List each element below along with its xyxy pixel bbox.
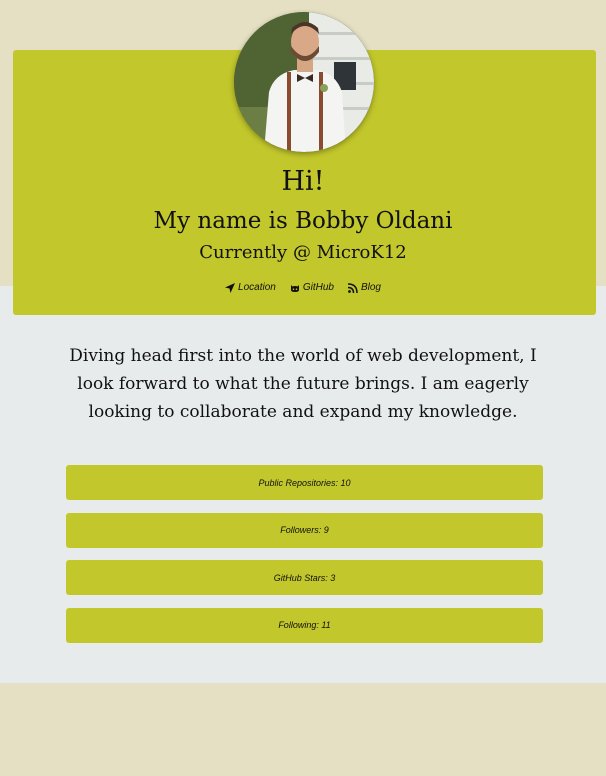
stat-github-stars: GitHub Stars: 3	[66, 560, 543, 595]
github-icon	[290, 283, 300, 293]
github-stats: Public Repositories: 10 Followers: 9 Git…	[66, 465, 543, 655]
greeting-heading: Hi!	[281, 166, 325, 197]
location-arrow-icon	[225, 282, 236, 293]
profile-avatar	[234, 12, 374, 152]
profile-links: Location GitHub Blog	[0, 282, 606, 293]
rss-icon	[347, 282, 358, 293]
github-link-label: GitHub	[302, 282, 334, 293]
bio-text: Diving head first into the world of web …	[69, 346, 537, 422]
stat-followers: Followers: 9	[66, 512, 543, 548]
location-link[interactable]: Location	[225, 282, 276, 293]
blog-link-label: Blog	[360, 282, 381, 293]
blog-link[interactable]: Blog	[347, 282, 381, 293]
stat-following: Following: 11	[66, 607, 543, 643]
name-heading: My name is Bobby Oldani	[153, 208, 453, 234]
github-link[interactable]: GitHub	[290, 282, 334, 293]
stat-public-repositories: Public Repositories: 10	[66, 465, 543, 500]
company-heading: Currently @ MicroK12	[199, 242, 407, 263]
location-link-label: Location	[238, 282, 276, 293]
